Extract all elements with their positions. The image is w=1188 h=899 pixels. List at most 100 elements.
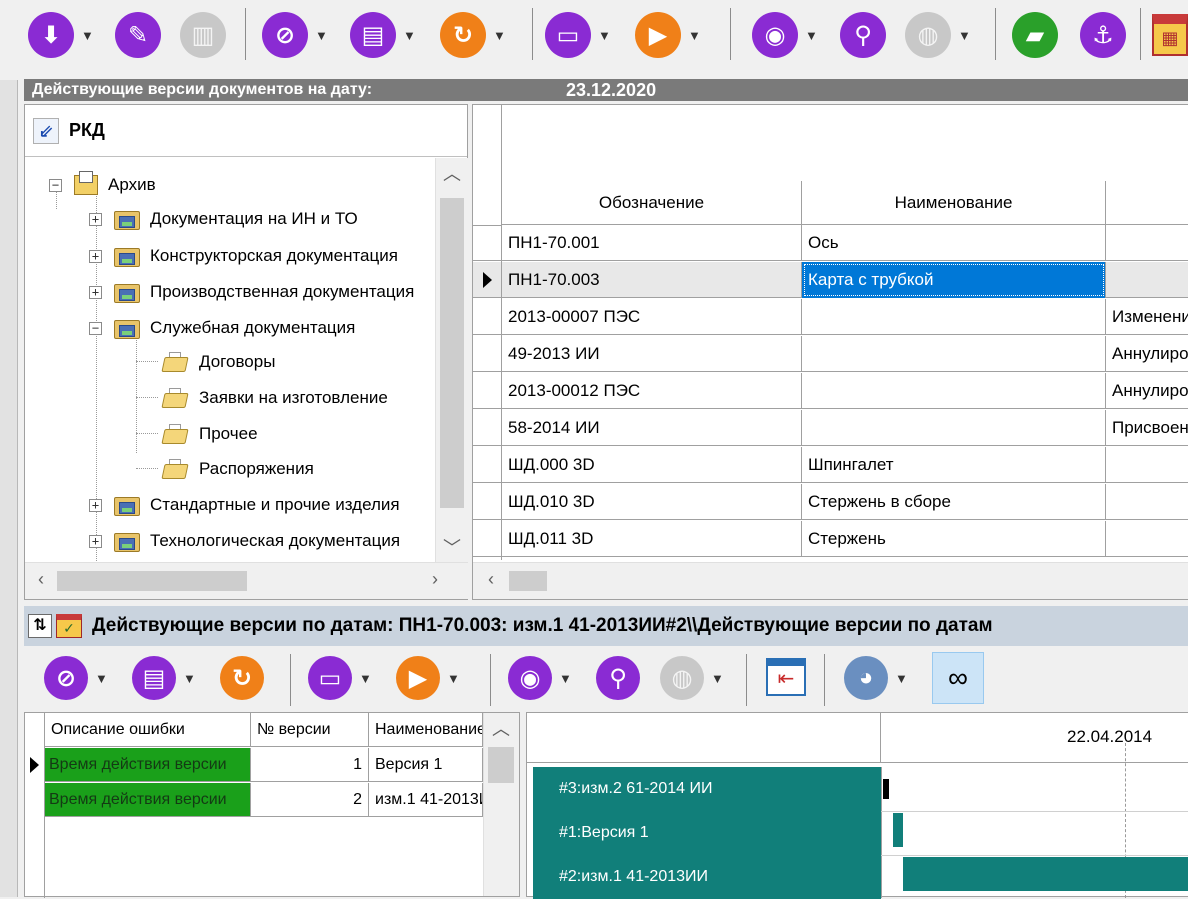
chevron-down-icon[interactable]: ▼ [688, 28, 701, 43]
chevron-down-icon[interactable]: ▼ [895, 671, 908, 686]
globe-button[interactable]: ◍ ▼ [660, 656, 724, 700]
cell-extra[interactable]: Присвоение [1106, 410, 1188, 446]
chevron-down-icon[interactable]: ▼ [559, 671, 572, 686]
link-button[interactable]: ⊘ ▼ [44, 656, 108, 700]
collapse-icon[interactable]: − [49, 178, 62, 192]
document-button[interactable]: ▤ ▼ [350, 12, 416, 58]
expand-icon[interactable]: + [89, 212, 102, 226]
tree-item[interactable]: − Служебная документация [89, 311, 355, 345]
scroll-left-icon[interactable]: ‹ [31, 569, 51, 590]
gantt-bar[interactable] [883, 779, 889, 799]
scroll-thumb[interactable] [509, 571, 547, 591]
cell-extra[interactable]: Аннулирование [1106, 373, 1188, 409]
chart-settings-button[interactable]: ◕ ▼ [844, 656, 908, 700]
cell-name[interactable]: Шпингалет [802, 447, 1106, 483]
scroll-right-icon[interactable]: › [425, 569, 445, 590]
table-row[interactable]: ШД.010 3D Стержень в сборе [473, 484, 1188, 520]
tree-item[interactable]: Заявки на изготовление [161, 381, 388, 415]
tree-item[interactable]: Распоряжения [161, 452, 314, 486]
cell-version-number[interactable]: 2 [251, 783, 369, 817]
chevron-down-icon[interactable]: ▼ [359, 671, 372, 686]
filter-icon[interactable]: ⇙ [33, 117, 59, 144]
cell-extra[interactable] [1106, 484, 1188, 520]
column-header-name[interactable]: Наименование [802, 181, 1106, 225]
cell-version-name[interactable]: Версия 1 [369, 748, 483, 782]
table-row[interactable]: 2013-00012 ПЭС Аннулирование [473, 373, 1188, 409]
cell-name[interactable]: Стержень [802, 521, 1106, 557]
refresh-button[interactable]: ↻ ▼ [440, 12, 506, 58]
expand-icon[interactable]: + [89, 534, 102, 548]
tree-vertical-scrollbar[interactable]: ︿ ﹀ [435, 158, 468, 562]
search-button[interactable]: ⚲ [596, 656, 640, 700]
cell-name[interactable] [802, 299, 1106, 335]
expand-icon[interactable]: + [89, 285, 102, 299]
gantt-bar[interactable] [903, 857, 1188, 891]
column-header-version-name[interactable]: Наименование [369, 713, 483, 747]
scroll-thumb[interactable] [488, 747, 514, 783]
chevron-down-icon[interactable]: ▼ [447, 671, 460, 686]
view-button[interactable]: ◉ ▼ [508, 656, 572, 700]
column-header-designation[interactable]: Обозначение [502, 181, 802, 225]
print-button[interactable]: ▭ ▼ [545, 12, 611, 58]
cell-designation[interactable]: ШД.000 3D [502, 447, 802, 483]
gantt-row-label[interactable]: #2:изм.1 41-2013ИИ [533, 855, 881, 899]
download-button[interactable]: ⬇ ▼ [28, 12, 94, 58]
chevron-down-icon[interactable]: ▼ [95, 671, 108, 686]
tree-item[interactable]: + Стандартные и прочие изделия [89, 488, 400, 522]
table-row[interactable]: ПН1-70.001 Ось [473, 225, 1188, 261]
anchor-button[interactable]: ⚓ [1080, 12, 1126, 58]
globe-button[interactable]: ◍ ▼ [905, 12, 971, 58]
cell-name[interactable]: Стержень в сборе [802, 484, 1106, 520]
table-row[interactable]: ШД.000 3D Шпингалет [473, 447, 1188, 483]
cell-name-selected[interactable]: Карта с трубкой [802, 262, 1106, 298]
gantt-row-label[interactable]: #3:изм.2 61-2014 ИИ [533, 767, 881, 811]
cell-designation[interactable]: ШД.011 3D [502, 521, 802, 557]
cell-designation[interactable]: ПН1-70.001 [502, 225, 802, 261]
column-header-extra[interactable] [1106, 181, 1188, 225]
chevron-down-icon[interactable]: ▼ [493, 28, 506, 43]
table-row-current[interactable]: ПН1-70.003 Карта с трубкой [473, 262, 1188, 298]
chevron-down-icon[interactable]: ▼ [81, 28, 94, 43]
column-header-version-number[interactable]: № версии [251, 713, 369, 747]
versions-vertical-scrollbar[interactable]: ︿ [483, 713, 519, 896]
delete-button[interactable]: ▥ [180, 12, 226, 58]
date-strip-date[interactable]: 23.12.2020 [566, 79, 656, 101]
expand-icon[interactable]: + [89, 498, 102, 512]
scroll-thumb[interactable] [440, 198, 464, 508]
cell-designation[interactable]: 58-2014 ИИ [502, 410, 802, 446]
tree-item[interactable]: + Документация на ИН и ТО [89, 202, 358, 236]
play-button[interactable]: ▶ ▼ [396, 656, 460, 700]
cell-extra[interactable] [1106, 262, 1188, 298]
column-header-error[interactable]: Описание ошибки [45, 713, 251, 747]
tree-item[interactable]: Договоры [161, 345, 275, 379]
grid-horizontal-scrollbar[interactable]: ‹ [473, 562, 1188, 599]
tree-item[interactable]: Прочее [161, 417, 258, 451]
calendar-button[interactable]: ▦ [1152, 14, 1188, 56]
export-button[interactable]: ⇤ [766, 658, 806, 696]
tree-item[interactable]: + Производственная документация [89, 275, 414, 309]
cell-version-number[interactable]: 1 [251, 748, 369, 782]
tree-horizontal-scrollbar[interactable]: ‹ › [25, 562, 468, 599]
expand-icon[interactable]: + [89, 249, 102, 263]
cell-extra[interactable]: Изменение [1106, 299, 1188, 335]
chevron-down-icon[interactable]: ▼ [711, 671, 724, 686]
cell-error[interactable]: Время действия версии [45, 783, 251, 817]
scroll-up-icon[interactable]: ︿ [436, 160, 468, 186]
tree-item[interactable]: + Конструкторская документация [89, 239, 398, 273]
table-row[interactable]: 2013-00007 ПЭС Изменение [473, 299, 1188, 335]
link-button[interactable]: ⊘ ▼ [262, 12, 328, 58]
cell-name[interactable]: Ось [802, 225, 1106, 261]
glasses-button[interactable]: ∞ [932, 652, 984, 704]
cell-designation[interactable]: ШД.010 3D [502, 484, 802, 520]
cell-extra[interactable]: Аннулирование [1106, 336, 1188, 372]
tree-item[interactable]: + Технологическая документация [89, 524, 400, 558]
cell-name[interactable] [802, 410, 1106, 446]
table-row[interactable]: ШД.011 3D Стержень [473, 521, 1188, 557]
scroll-thumb[interactable] [57, 571, 247, 591]
chevron-down-icon[interactable]: ▼ [403, 28, 416, 43]
view-button[interactable]: ◉ ▼ [752, 12, 818, 58]
cell-name[interactable] [802, 336, 1106, 372]
open-folder-button[interactable]: ▰ [1012, 12, 1058, 58]
chevron-down-icon[interactable]: ▼ [958, 28, 971, 43]
cell-extra[interactable] [1106, 225, 1188, 261]
